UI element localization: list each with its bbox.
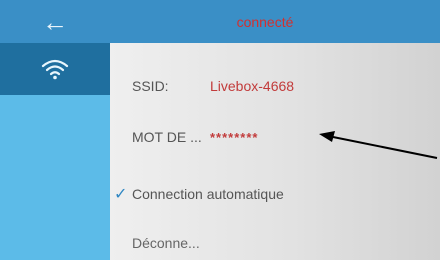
annotation-arrow-icon — [319, 131, 438, 159]
connection-status-title: connecté — [236, 13, 294, 30]
left-arrow-icon: ← — [42, 6, 68, 37]
ssid-label: SSID: — [132, 78, 169, 94]
password-label: MOT DE ... — [132, 129, 202, 145]
ssid-value: Livebox-4668 — [210, 78, 295, 94]
disconnect-label: Déconne... — [132, 235, 200, 251]
top-bar: ← connecté — [0, 0, 440, 43]
disconnect-button[interactable]: Déconne... — [110, 235, 440, 251]
sidebar — [0, 43, 110, 260]
sidebar-item-wifi[interactable] — [0, 43, 110, 95]
password-value[interactable]: ******** — [210, 130, 258, 145]
ssid-row: SSID: Livebox-4668 — [110, 78, 440, 94]
check-icon[interactable]: ✓ — [114, 184, 130, 204]
back-button[interactable]: ← — [0, 0, 110, 43]
auto-connect-label: Connection automatique — [132, 186, 284, 202]
auto-connect-row[interactable]: ✓ Connection automatique — [110, 184, 440, 204]
wifi-icon — [41, 59, 69, 80]
